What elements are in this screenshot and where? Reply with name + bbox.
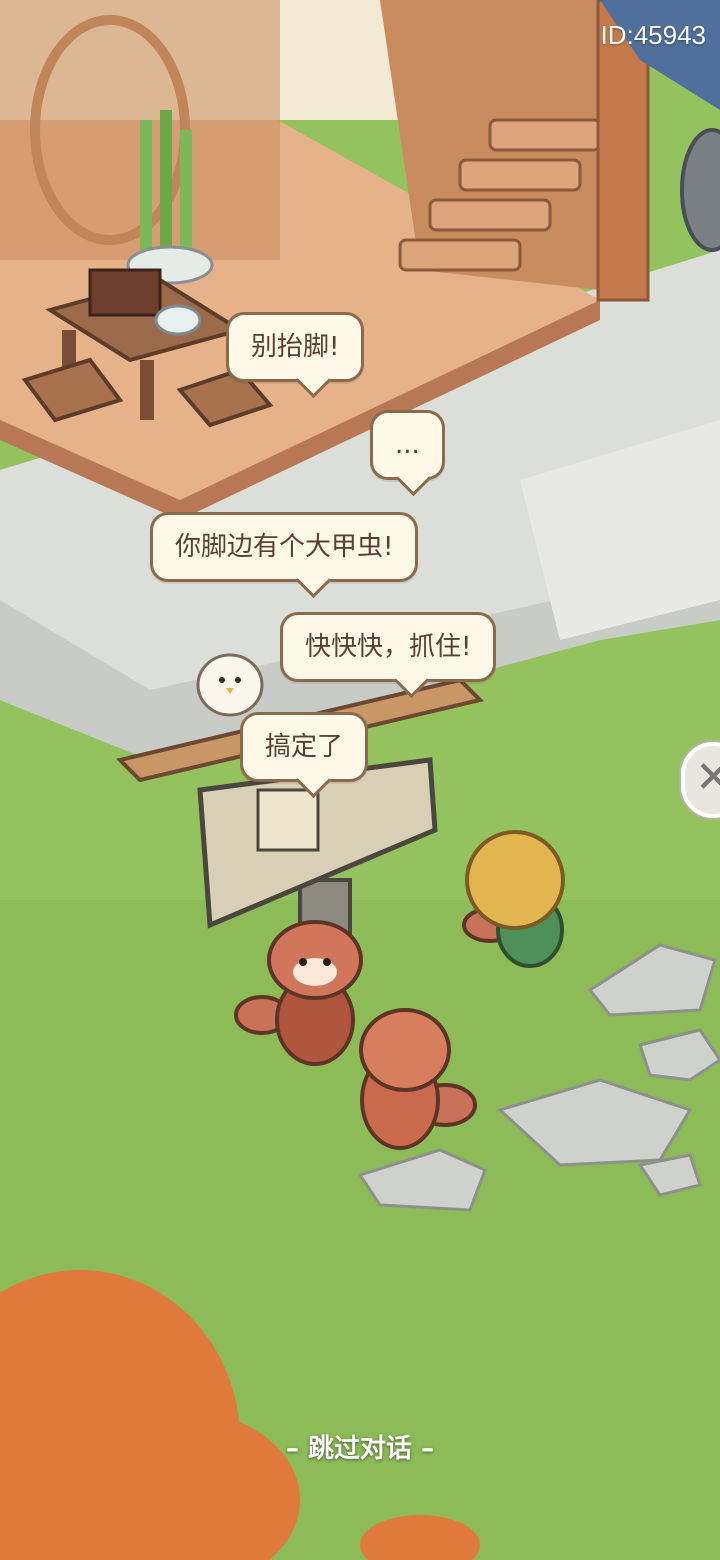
dialogue-text: 别抬脚! xyxy=(251,332,340,362)
dialogue-bubble-4: 快快快，抓住! xyxy=(280,612,497,699)
dialogue-bubble-2: ... xyxy=(370,410,445,497)
white-bird xyxy=(196,653,264,717)
dialogue-text: 搞定了 xyxy=(265,732,344,762)
dialogue-text: 你脚边有个大甲虫! xyxy=(175,532,394,562)
close-x-icon: ✕ xyxy=(695,752,720,803)
dialogue-text: 快快快，抓住! xyxy=(305,632,472,662)
player-id-label: ID:45943 xyxy=(600,20,706,50)
dialogue-bubble-3: 你脚边有个大甲虫! xyxy=(150,512,419,599)
dialogue-text: ... xyxy=(395,430,420,460)
skip-dialogue-button[interactable]: – 跳过对话 – xyxy=(0,1428,720,1465)
dialogue-bubble-1: 别抬脚! xyxy=(226,312,365,399)
dialogue-bubble-5: 搞定了 xyxy=(240,712,369,799)
game-scene xyxy=(0,0,720,1560)
